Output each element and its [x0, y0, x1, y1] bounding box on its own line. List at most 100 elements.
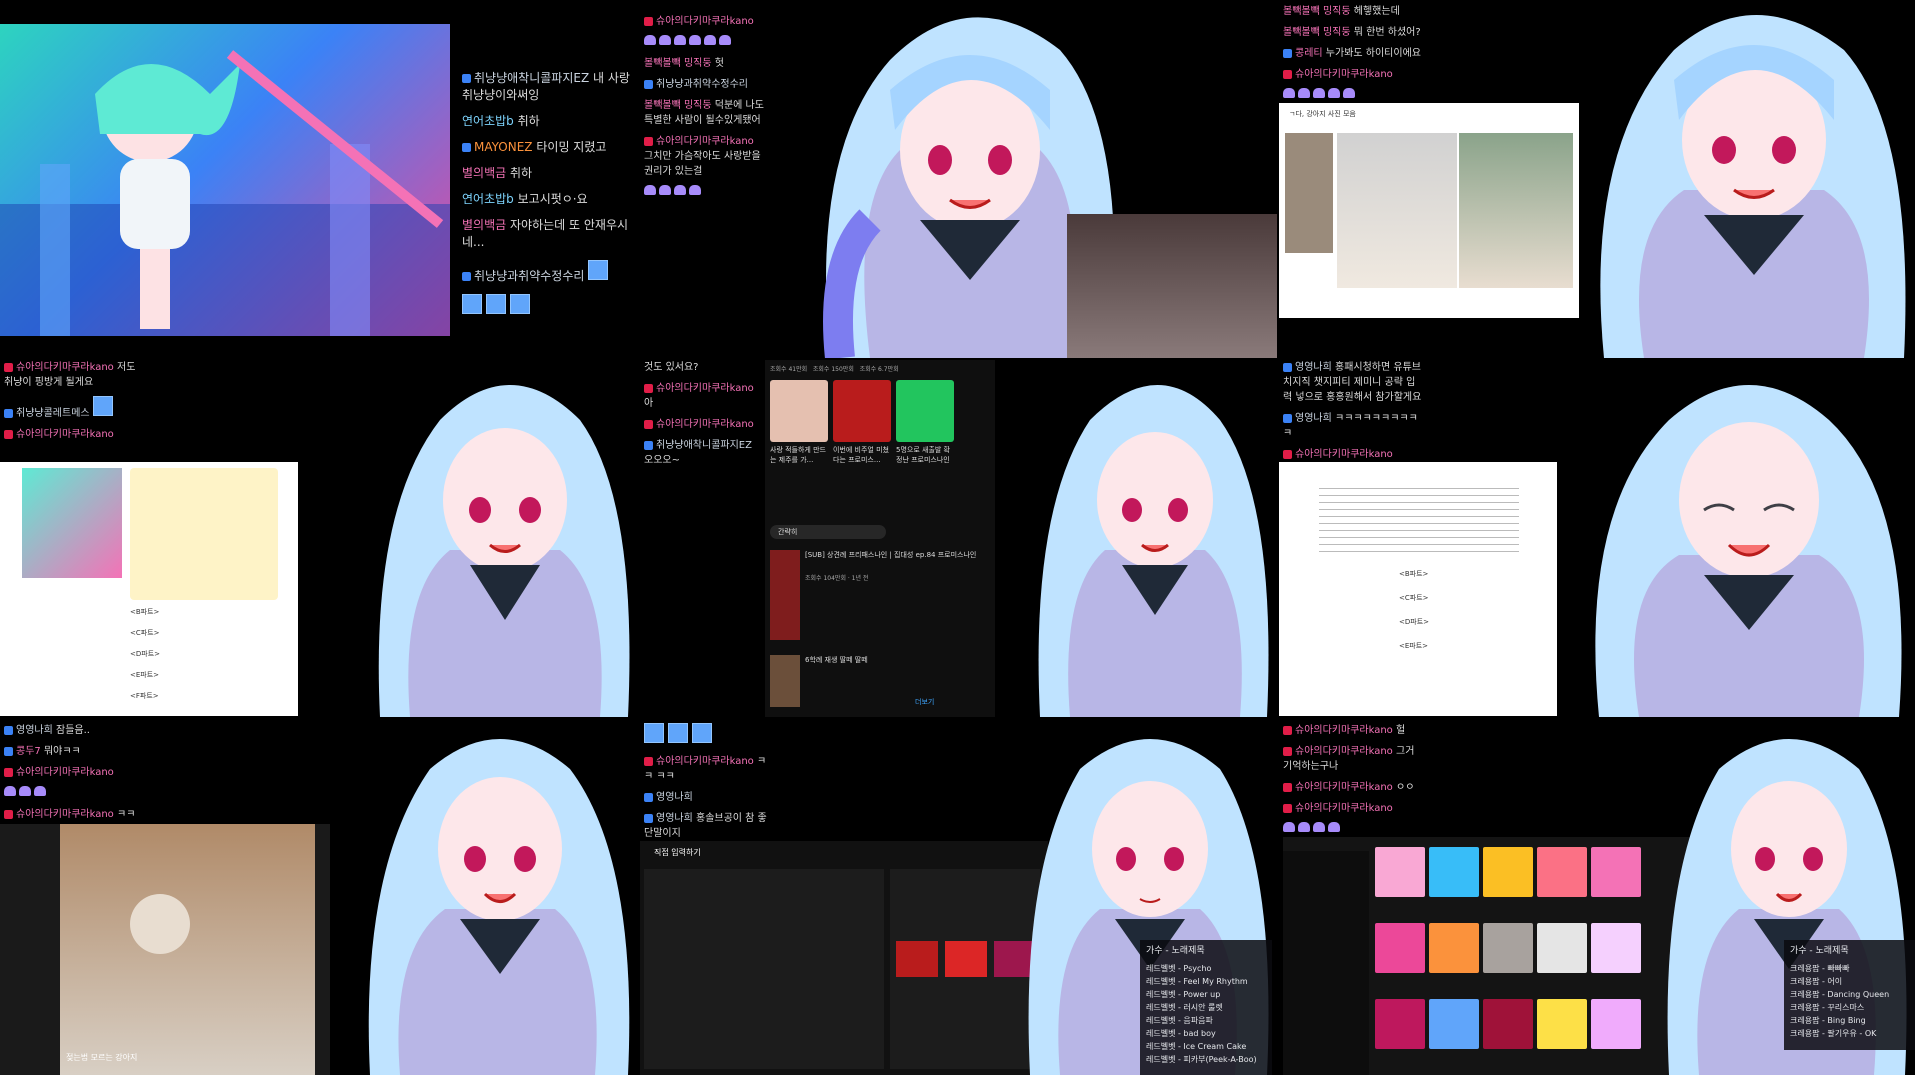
album-thumb[interactable] — [1483, 999, 1533, 1049]
chat-message: 슈아의다키마쿠라kano 그거 기억하는구나 — [1283, 746, 1415, 772]
short-video-player[interactable]: 젖는법 모르는 강아지 — [0, 824, 330, 1075]
video2-title[interactable]: 6학례 재생 딸떼 딸떼 — [805, 655, 868, 665]
doc-line: <D파트> — [1399, 618, 1430, 626]
chat-panel-2: 슈아의다키마쿠라kano 볼빽볼빽 밍직둥 헛 취냥냥과취약수정수리 볼빽볼빽 … — [644, 14, 764, 200]
emote-row — [4, 786, 144, 801]
yt-short-card[interactable]: 이번에 비주얼 미쳤다는 프로미스... — [833, 380, 891, 465]
emote-icon — [692, 723, 712, 743]
album-thumb[interactable] — [1429, 999, 1479, 1049]
chat-message: 슈아의다키마쿠라kano ㅇㅇ — [1283, 780, 1423, 795]
video-thumb[interactable] — [896, 941, 938, 977]
album-thumb[interactable] — [1375, 847, 1425, 897]
chat-message: 별의백금 자야하는데 또 안재우시네... — [462, 218, 629, 249]
tile-5: 것도 있서요? 슈아의다키마쿠라kano 아 슈아의다키마쿠라kano 취냥냥애… — [640, 360, 1277, 717]
emote-icon — [644, 723, 664, 743]
emote-row — [462, 294, 632, 319]
song-item: 레드벨벳 - bad boy — [1146, 1029, 1216, 1038]
yt-thumb — [770, 380, 828, 442]
music-sidebar — [1283, 851, 1369, 1075]
tile-6: 영영나희 홍패시청하면 유튜브 치지직 챗지피티 제미니 공략 입력 넣으로 홍… — [1279, 360, 1915, 717]
chat-message: 취냥냥과취약수정수리 — [462, 260, 632, 285]
chat-message: 볼빽볼빽 밍직둥 헛 — [644, 58, 724, 69]
song-item: 크레용팝 - 어이 — [1790, 977, 1843, 986]
more-button[interactable]: 더보기 — [915, 697, 934, 707]
doc-text-block — [1319, 482, 1519, 552]
tile-4: 슈아의다키마쿠라kano 저도 취냥이 핑방게 될게요 취냥냥콜레트메스 슈아의… — [0, 360, 638, 717]
emote-icon — [486, 294, 506, 314]
chat-message: 슈아의다키마쿠라kano — [1283, 67, 1423, 82]
video-thumb[interactable] — [770, 550, 800, 640]
form-title: 직접 입력하기 — [654, 848, 701, 857]
chat-message: 슈아의다키마쿠라kano — [4, 765, 144, 780]
album-thumb[interactable] — [1591, 999, 1641, 1049]
doc-checklist — [130, 468, 278, 600]
chat-message: 영영나희 ㅋㅋㅋㅋㅋㅋㅋㅋㅋㅋ — [1283, 413, 1418, 439]
song-item: 크레용팝 - 빠빠빠 — [1790, 964, 1850, 973]
video2-thumb[interactable] — [770, 655, 800, 707]
song-item: 레드벨벳 - Ice Cream Cake — [1146, 1042, 1247, 1051]
chat-message: 영영나희 — [644, 790, 774, 805]
lyrics-document: <B파트> <C파트> <D파트> <E파트> — [1279, 462, 1557, 716]
song-item: 레드벨벳 - 음파음파 — [1146, 1016, 1213, 1025]
video-frame — [60, 824, 315, 1075]
chat-message: 슈아의다키마쿠라kano 그치만 가슴작아도 사랑받을 권리가 있는걸 — [644, 136, 761, 177]
chat-panel-9: 슈아의다키마쿠라kano 헐 슈아의다키마쿠라kano 그거 기억하는구나 슈아… — [1283, 723, 1423, 837]
tile-3: 볼빽볼빽 밍직둥 헤헿했는데 볼빽볼빽 밍직둥 뭐 한번 하셨어? 콩레티 누가… — [1279, 0, 1915, 358]
browser-image-panel: ㄱ다, 강아지 사진 모음 — [1279, 103, 1579, 318]
emote-row — [1283, 822, 1423, 837]
chat-message: MAYONEZ 타이밍 지렸고 — [462, 139, 632, 156]
chat-message: 취냥냥애착니콜파지EZ 오오오~ — [644, 440, 752, 466]
video-thumb[interactable] — [945, 941, 987, 977]
song-item: 레드벨벳 - Psycho — [1146, 964, 1212, 973]
chat-message: 슈아의다키마쿠라kano — [4, 427, 144, 442]
doc-line: <C파트> — [130, 629, 160, 637]
album-thumb[interactable] — [1591, 923, 1641, 973]
tile-8: 슈아의다키마쿠라kano ㅋㅋ ㅋㅋ 영영나희 영영나희 홍솔브공이 참 좋단말… — [640, 719, 1277, 1075]
album-thumb[interactable] — [1483, 923, 1533, 973]
music-app-window — [1283, 837, 1691, 1075]
doc-line: <E파트> — [130, 671, 160, 679]
album-thumb[interactable] — [1429, 847, 1479, 897]
yt-thumb — [896, 380, 954, 442]
chat-message: 슈아의다키마쿠라kano — [1283, 447, 1423, 462]
album-thumb[interactable] — [1537, 999, 1587, 1049]
song-item: 레드벨벳 - 러시안 룰렛 — [1146, 1003, 1223, 1012]
emote-row — [1283, 88, 1423, 103]
chat-message: 콩레티 누가봐도 하이티이에요 — [1283, 46, 1423, 61]
tile-9: 슈아의다키마쿠라kano 헐 슈아의다키마쿠라kano 그거 기억하는구나 슈아… — [1279, 719, 1915, 1075]
song-item: 크레용팝 - 팔기우유 - OK — [1790, 1029, 1877, 1038]
chat-message: 슈아의다키마쿠라kano — [644, 14, 764, 29]
yt-views: 조회수 41만회 — [770, 366, 808, 373]
form-left-pane — [644, 869, 884, 1069]
album-thumb[interactable] — [1375, 999, 1425, 1049]
doc-art — [22, 468, 122, 578]
yt-short-card[interactable]: 사랑 적들하게 만드는 제주를 가... — [770, 380, 828, 465]
album-thumb[interactable] — [1429, 923, 1479, 973]
song-item: 레드벨벳 - Feel My Rhythm — [1146, 977, 1248, 986]
yt-card-title: 이번에 비주얼 미쳤다는 프로미스... — [833, 446, 889, 464]
chat-panel-8: 슈아의다키마쿠라kano ㅋㅋ ㅋㅋ 영영나희 영영나희 홍솔브공이 참 좋단말… — [644, 723, 774, 847]
tile-7: 영영나희 잠들음.. 콩두7 뭐야ㅋㅋ 슈아의다키마쿠라kano 슈아의다키마쿠… — [0, 719, 638, 1075]
chat-panel-1: 취냥냥애착니콜파지EZ 내 사랑 취냥냥이와써잉 연어초밥b 취하 MAYONE… — [462, 70, 632, 319]
album-thumb[interactable] — [1537, 847, 1587, 897]
album-thumb[interactable] — [1537, 923, 1587, 973]
album-thumb[interactable] — [1375, 923, 1425, 973]
page-caption: ㄱ다, 강아지 사진 모음 — [1289, 110, 1356, 118]
chat-panel-4: 슈아의다키마쿠라kano 저도 취냥이 핑방게 될게요 취냥냥콜레트메스 슈아의… — [4, 360, 144, 448]
yt-views-row: 조회수 41만회 조회수 150만회 조회수 6.7만회 — [770, 364, 899, 373]
youtube-panel: 사랑 적들하게 만드는 제주를 가... 이번에 비주얼 미쳤다는 프로미스..… — [765, 360, 995, 717]
emote-icon — [510, 294, 530, 314]
vtuber-avatar — [378, 385, 630, 717]
video-caption: 젖는법 모르는 강아지 — [66, 1053, 138, 1062]
chat-message: 취냥냥애착니콜파지EZ 내 사랑 취냥냥이와써잉 — [462, 71, 630, 102]
emote-row — [644, 185, 764, 200]
album-thumb[interactable] — [1591, 847, 1641, 897]
dog-photo-2 — [1337, 133, 1457, 288]
video-title[interactable]: [SUB] 상견례 프리패스나인 | 집대성 ep.84 프로미스나인 — [805, 550, 985, 560]
vtuber-avatar — [1038, 385, 1269, 717]
chat-message: 연어초밥b 취하 — [462, 114, 540, 128]
collapse-button[interactable]: 간략히 — [770, 525, 886, 539]
album-thumb[interactable] — [1483, 847, 1533, 897]
emote-icon — [588, 260, 609, 280]
yt-short-card[interactable]: 5명으로 새출발 확정난 프로미스나인 — [896, 380, 954, 465]
